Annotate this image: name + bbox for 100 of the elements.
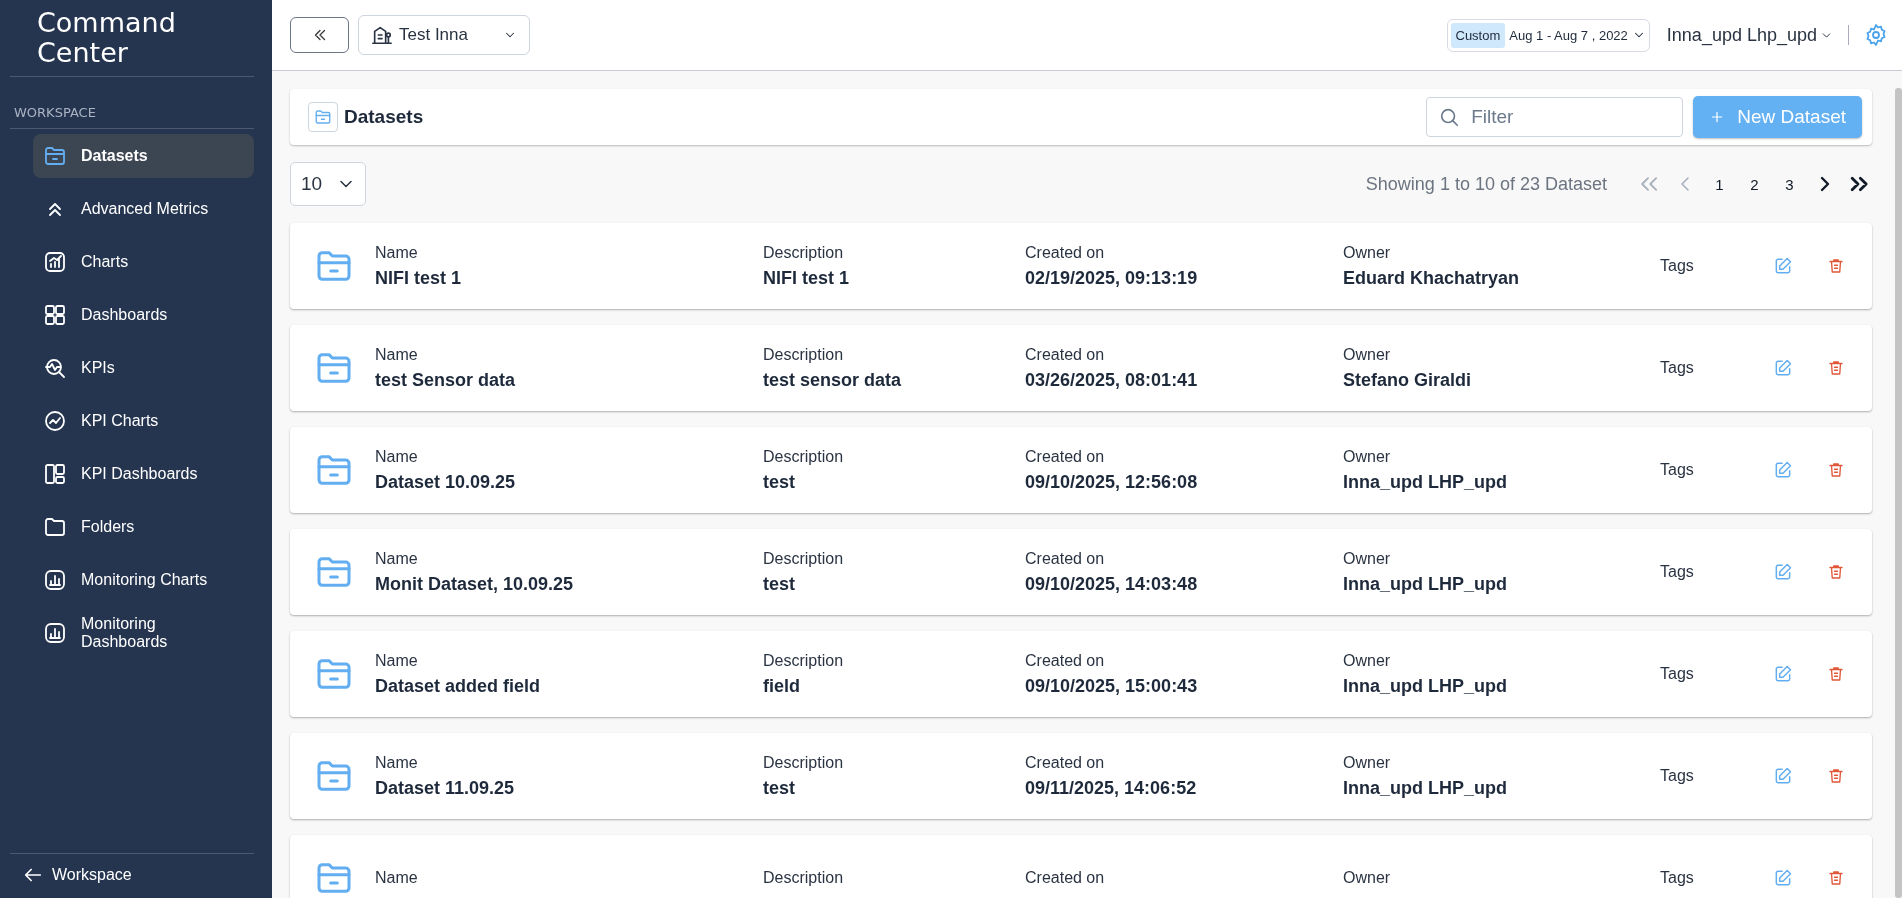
tags-label: Tags xyxy=(1660,359,1695,377)
double-chevron-left-icon xyxy=(1641,177,1658,191)
trash-icon xyxy=(1827,257,1845,275)
field-label: Name xyxy=(375,869,419,887)
field-value: test sensor data xyxy=(763,369,903,391)
field-value: field xyxy=(763,675,801,697)
field-value: Inna_upd LHP_upd xyxy=(1343,777,1508,799)
tags-label: Tags xyxy=(1660,461,1695,479)
field-label: Owner xyxy=(1343,753,1392,772)
field-label: Description xyxy=(763,651,845,670)
sidebar-item[interactable]: Monitoring Charts xyxy=(33,558,254,602)
trash-icon xyxy=(1827,563,1845,581)
field-value: Monit Dataset, 10.09.25 xyxy=(375,573,575,595)
field-label: Name xyxy=(375,447,419,466)
tags-label: Tags xyxy=(1660,563,1695,581)
search-icon xyxy=(1438,106,1461,128)
page-button[interactable]: 2 xyxy=(1742,175,1767,193)
sidebar-item[interactable]: Folders xyxy=(33,505,254,549)
trash-icon xyxy=(1827,359,1845,377)
collapse-button[interactable] xyxy=(290,17,349,53)
tags-label: Tags xyxy=(1660,257,1695,275)
field-label: Created on xyxy=(1025,753,1106,772)
sidebar-item[interactable]: KPIs xyxy=(33,346,254,390)
field-label: Owner xyxy=(1343,243,1392,262)
field-value: 09/10/2025, 12:56:08 xyxy=(1025,471,1199,493)
field-value: Eduard Khachatryan xyxy=(1343,267,1521,289)
results-summary: Showing 1 to 10 of 23 Dataset xyxy=(1365,173,1607,195)
page-title: Datasets xyxy=(344,106,424,128)
field-value: test xyxy=(763,777,796,799)
settings-icon xyxy=(1864,23,1888,47)
project-dropdown[interactable]: Test Inna xyxy=(358,15,530,55)
edit-icon xyxy=(1773,664,1793,684)
trash-icon xyxy=(1827,665,1845,683)
field-label: Description xyxy=(763,869,845,887)
field-label: Created on xyxy=(1025,345,1106,364)
trash-icon xyxy=(1827,461,1845,479)
search-pulse-icon xyxy=(43,356,67,380)
field-value: Dataset 11.09.25 xyxy=(375,777,516,799)
trash-icon xyxy=(1827,767,1845,785)
field-label: Created on xyxy=(1025,447,1106,466)
field-value: test xyxy=(763,573,796,595)
field-label: Created on xyxy=(1025,549,1106,568)
edit-icon xyxy=(1773,562,1793,582)
field-label: Description xyxy=(763,345,845,364)
dashboard-icon xyxy=(43,303,67,327)
field-label: Name xyxy=(375,345,419,364)
tags-label: Tags xyxy=(1660,665,1695,683)
building-icon xyxy=(371,24,393,46)
field-value: Inna_upd LHP_upd xyxy=(1343,675,1508,697)
tags-label: Tags xyxy=(1660,869,1695,887)
field-value: Inna_upd LHP_upd xyxy=(1343,471,1508,493)
field-label: Name xyxy=(375,651,419,670)
field-value: Dataset added field xyxy=(375,675,542,697)
page-size-dropdown[interactable]: 10 xyxy=(290,162,366,206)
field-value: Stefano Giraldi xyxy=(1343,369,1473,391)
page-button[interactable]: 3 xyxy=(1777,175,1802,193)
dashboard-icon xyxy=(43,462,67,486)
edit-icon xyxy=(1773,766,1793,786)
field-label: Created on xyxy=(1025,243,1106,262)
field-label: Owner xyxy=(1343,549,1392,568)
trend-circle-icon xyxy=(43,409,67,433)
sidebar-item[interactable]: Monitoring Dashboards xyxy=(33,611,254,655)
edit-icon xyxy=(1773,256,1793,276)
back-link[interactable]: Workspace xyxy=(22,864,132,886)
field-value: NIFI test 1 xyxy=(763,267,851,289)
field-value: NIFI test 1 xyxy=(375,267,463,289)
field-value: Dataset 10.09.25 xyxy=(375,471,517,493)
field-label: Owner xyxy=(1343,869,1392,887)
bar-chart-icon xyxy=(43,568,67,592)
sidebar-item[interactable]: Dashboards xyxy=(33,293,254,337)
sidebar-item[interactable]: Datasets xyxy=(33,134,254,178)
sidebar-item[interactable]: Charts xyxy=(33,240,254,284)
field-label: Created on xyxy=(1025,869,1106,887)
edit-icon xyxy=(1773,358,1793,378)
field-value: test xyxy=(763,471,796,493)
field-label: Name xyxy=(375,549,419,568)
edit-icon xyxy=(1773,868,1793,888)
field-label: Description xyxy=(763,549,845,568)
field-label: Name xyxy=(375,243,419,262)
scrollbar[interactable] xyxy=(1895,88,1902,898)
chevron-right-icon xyxy=(1820,177,1829,191)
user-menu[interactable]: Inna_upd Lhp_upd xyxy=(1666,24,1833,46)
sidebar-item[interactable]: KPI Charts xyxy=(33,399,254,443)
field-value: 09/10/2025, 15:00:43 xyxy=(1025,675,1199,697)
field-label: Created on xyxy=(1025,651,1106,670)
field-value: test Sensor data xyxy=(375,369,517,391)
section-heading: WORKSPACE xyxy=(10,77,254,129)
sidebar-item[interactable]: KPI Dashboards xyxy=(33,452,254,496)
filter-field[interactable]: Filter xyxy=(1426,97,1684,137)
field-label: Description xyxy=(763,243,845,262)
app-title: Command Center xyxy=(10,0,254,77)
folder-icon xyxy=(43,515,67,539)
field-label: Name xyxy=(375,753,419,772)
sidebar-item[interactable]: Advanced Metrics xyxy=(33,187,254,231)
page-button[interactable]: 1 xyxy=(1707,175,1732,193)
field-value: 03/26/2025, 08:01:41 xyxy=(1025,369,1199,391)
field-label: Description xyxy=(763,753,845,772)
date-range-picker[interactable]: Custom Aug 1 - Aug 7 , 2022 xyxy=(1446,18,1650,52)
field-value: Inna_upd LHP_upd xyxy=(1343,573,1508,595)
trash-icon xyxy=(1827,869,1845,887)
